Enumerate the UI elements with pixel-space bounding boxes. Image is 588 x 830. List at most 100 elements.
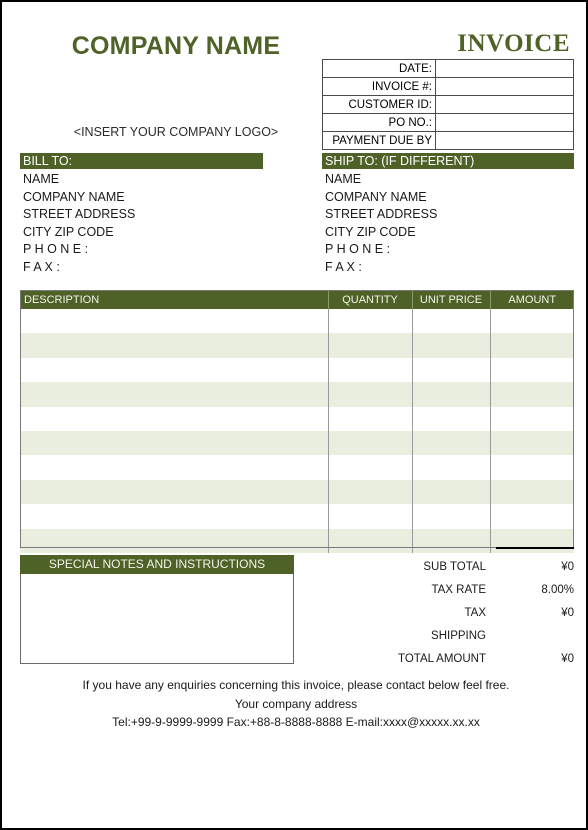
cell-unit-price[interactable] — [412, 528, 491, 553]
ship-to-title: SHIP TO: (IF DIFFERENT) — [322, 153, 574, 169]
cell-quantity[interactable] — [328, 479, 413, 505]
ship-to-line: STREET ADDRESS — [325, 207, 438, 221]
invoice-info-value[interactable] — [435, 95, 574, 114]
cell-unit-price[interactable] — [412, 333, 491, 358]
bill-to-line: CITY ZIP CODE — [23, 224, 114, 239]
cell-quantity[interactable] — [328, 357, 413, 383]
company-name-title: COMPANY NAME — [71, 32, 281, 60]
invoice-info-value[interactable] — [435, 131, 574, 150]
totals-value: ¥0 — [561, 560, 574, 573]
table-row[interactable] — [20, 504, 574, 529]
line-items-table: DESCRIPTION QUANTITY UNIT PRICE AMOUNT — [20, 290, 574, 553]
invoice-info-value[interactable] — [435, 113, 574, 132]
cell-unit-price[interactable] — [412, 357, 491, 383]
table-row[interactable] — [20, 455, 574, 480]
cell-unit-price[interactable] — [412, 455, 491, 480]
invoice-info-label: INVOICE #: — [322, 77, 436, 96]
cell-description[interactable] — [20, 333, 329, 358]
cell-quantity[interactable] — [328, 406, 413, 431]
cell-amount[interactable] — [490, 406, 574, 431]
invoice-info-row: PO NO.: — [322, 113, 574, 132]
totals-value — [496, 624, 574, 647]
cell-description[interactable] — [20, 528, 329, 553]
invoice-info-label: DATE: — [322, 59, 436, 78]
cell-description[interactable] — [20, 504, 329, 529]
cell-amount[interactable] — [490, 357, 574, 383]
cell-description[interactable] — [20, 357, 329, 383]
ship-to-block: SHIP TO: (IF DIFFERENT) NAME COMPANY NAME… — [322, 153, 574, 276]
bill-to-line: NAME — [23, 172, 60, 186]
cell-quantity[interactable] — [328, 333, 413, 358]
totals-label: TAX — [464, 606, 486, 619]
table-row[interactable] — [20, 382, 574, 407]
cell-unit-price[interactable] — [412, 406, 491, 431]
totals-row: TAX ¥0 — [332, 601, 574, 624]
invoice-info-value[interactable] — [435, 59, 574, 78]
invoice-info-label: PAYMENT DUE BY — [322, 131, 436, 150]
cell-quantity[interactable] — [328, 309, 413, 334]
cell-amount[interactable] — [490, 430, 574, 456]
totals-value: 8.00% — [541, 583, 574, 596]
special-notes-input[interactable] — [20, 574, 294, 664]
cell-amount[interactable] — [490, 504, 574, 529]
cell-description[interactable] — [20, 455, 329, 480]
cell-unit-price[interactable] — [412, 382, 491, 407]
footer-block: If you have any enquiries concerning thi… — [2, 676, 586, 732]
invoice-info-value[interactable] — [435, 77, 574, 96]
cell-description[interactable] — [20, 430, 329, 456]
bill-to-block: BILL TO: NAME COMPANY NAME STREET ADDRESS C… — [20, 153, 263, 276]
invoice-info-row: INVOICE #: — [322, 77, 574, 96]
cell-unit-price[interactable] — [412, 430, 491, 456]
totals-label: TOTAL AMOUNT — [398, 652, 486, 665]
cell-quantity[interactable] — [328, 504, 413, 529]
cell-amount[interactable] — [490, 309, 574, 334]
table-row[interactable] — [20, 333, 574, 358]
footer-line-1: If you have any enquiries concerning thi… — [82, 678, 510, 692]
company-logo-placeholder: <INSERT YOUR COMPANY LOGO> — [73, 125, 279, 139]
cell-amount[interactable] — [490, 455, 574, 480]
bill-to-lines: NAME COMPANY NAME STREET ADDRESS CITY ZIP C… — [20, 169, 263, 276]
ship-to-line: NAME — [325, 172, 362, 186]
cell-description[interactable] — [20, 406, 329, 431]
invoice-info-row: DATE: — [322, 59, 574, 78]
cell-unit-price[interactable] — [412, 309, 491, 334]
table-row[interactable] — [20, 357, 574, 383]
totals-row: TOTAL AMOUNT ¥0 — [332, 647, 574, 670]
cell-quantity[interactable] — [328, 430, 413, 456]
totals-row: SHIPPING — [332, 624, 574, 647]
cell-quantity[interactable] — [328, 382, 413, 407]
cell-quantity[interactable] — [328, 455, 413, 480]
cell-description[interactable] — [20, 479, 329, 505]
table-row[interactable] — [20, 430, 574, 456]
invoice-info-table: DATE: INVOICE #: CUSTOMER ID: PO NO.: PAYMEN… — [322, 59, 574, 150]
table-row[interactable] — [20, 528, 574, 553]
ship-to-line: F A X : — [325, 259, 362, 274]
amount-column-underline — [496, 547, 574, 549]
cell-unit-price[interactable] — [412, 479, 491, 505]
invoice-info-row: PAYMENT DUE BY — [322, 131, 574, 150]
table-row[interactable] — [20, 309, 574, 334]
cell-unit-price[interactable] — [412, 504, 491, 529]
footer-line-2: Your company address — [234, 696, 358, 711]
table-row[interactable] — [20, 479, 574, 505]
totals-table: SUB TOTAL ¥0 TAX RATE 8.00% TAX ¥0 SHIPPING TOT… — [332, 555, 574, 670]
table-row[interactable] — [20, 406, 574, 431]
totals-value: ¥0 — [561, 652, 574, 665]
line-items-header-row: DESCRIPTION QUANTITY UNIT PRICE AMOUNT — [20, 290, 574, 309]
column-header-description: DESCRIPTION — [20, 290, 329, 309]
cell-description[interactable] — [20, 309, 329, 334]
column-header-quantity: QUANTITY — [328, 290, 413, 309]
footer-line-3: Tel:+99-9-9999-9999 Fax:+88-8-8888-8888 … — [112, 715, 480, 729]
cell-amount[interactable] — [490, 382, 574, 407]
special-notes-title: SPECIAL NOTES AND INSTRUCTIONS — [20, 555, 294, 574]
totals-label: TAX RATE — [431, 583, 486, 596]
cell-amount[interactable] — [490, 528, 574, 553]
bill-to-line: P H O N E : — [23, 242, 89, 256]
cell-amount[interactable] — [490, 479, 574, 505]
cell-amount[interactable] — [490, 333, 574, 358]
cell-description[interactable] — [20, 382, 329, 407]
totals-label: SHIPPING — [431, 629, 486, 642]
totals-row: SUB TOTAL ¥0 — [332, 555, 574, 578]
cell-quantity[interactable] — [328, 528, 413, 553]
totals-value: ¥0 — [561, 606, 574, 619]
